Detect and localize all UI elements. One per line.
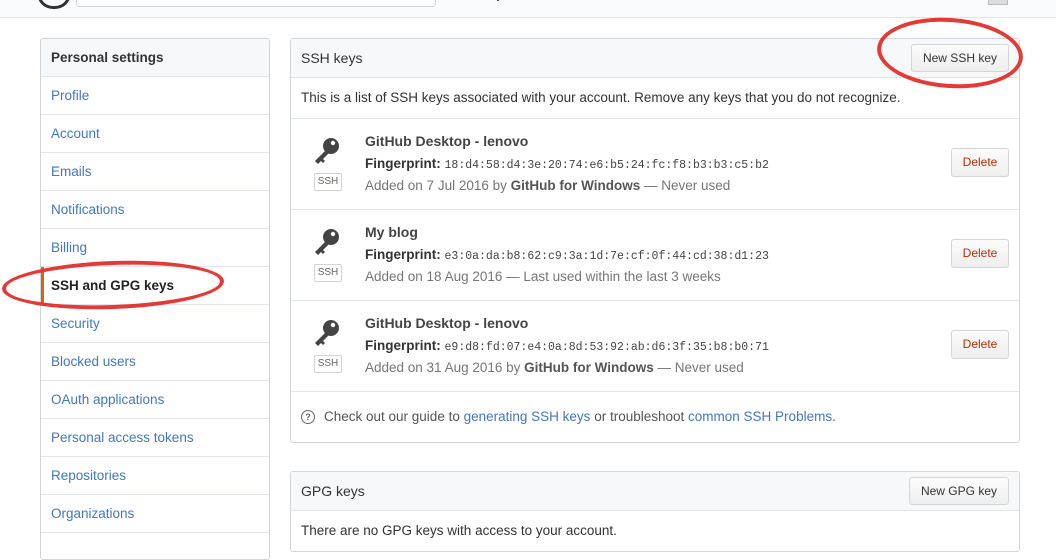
ssh-keys-header: SSH keys New SSH key <box>291 39 1019 78</box>
fingerprint-label: Fingerprint: <box>365 156 441 171</box>
common-ssh-problems-link[interactable]: common SSH Problems <box>688 392 832 442</box>
key-icon <box>315 138 339 164</box>
ssh-badge: SSH <box>314 173 342 191</box>
ssh-badge: SSH <box>314 264 342 282</box>
ssh-key-row: SSH My blog Fingerprint: e3:0a:da:b8:62:… <box>291 210 1019 301</box>
sidebar-item-security[interactable]: Security <box>41 305 269 343</box>
added-by: GitHub for Windows <box>524 360 654 375</box>
github-logo-icon[interactable] <box>37 0 71 9</box>
gpg-empty-text: There are no GPG keys with access to you… <box>301 523 617 538</box>
sidebar-heading: Personal settings <box>41 39 269 77</box>
added-prefix: Added on 31 Aug 2016 by <box>365 360 525 375</box>
delete-key-button[interactable]: Delete <box>951 330 1009 359</box>
ssh-keys-title: SSH keys <box>301 50 363 66</box>
question-icon: ? <box>301 410 315 424</box>
help-pre: Check out our guide to <box>324 409 460 424</box>
sidebar-item-repositories[interactable]: Repositories <box>41 457 269 495</box>
gpg-keys-title: GPG keys <box>301 483 365 499</box>
ssh-help-text: ? Check out our guide to generating SSH … <box>291 392 1019 442</box>
avatar[interactable] <box>988 0 1008 5</box>
key-icon <box>315 320 339 346</box>
gpg-keys-panel: GPG keys New GPG key There are no GPG ke… <box>290 471 1020 552</box>
new-ssh-key-button[interactable]: New SSH key <box>910 44 1009 72</box>
fingerprint-value: e9:d8:fd:07:e4:0a:8d:53:92:ab:d6:3f:35:b… <box>444 341 769 354</box>
fingerprint-value: e3:0a:da:b8:62:c9:3a:1d:7e:cf:0f:44:cd:3… <box>444 250 769 263</box>
fingerprint-line: Fingerprint: e3:0a:da:b8:62:c9:3a:1d:7e:… <box>365 247 769 263</box>
search-input[interactable] <box>76 0 436 7</box>
delete-key-button[interactable]: Delete <box>951 148 1009 177</box>
sidebar-item-emails[interactable]: Emails <box>41 153 269 191</box>
ssh-badge: SSH <box>314 355 342 373</box>
key-icon <box>315 229 339 255</box>
ssh-key-title: My blog <box>365 224 418 240</box>
fingerprint-label: Fingerprint: <box>365 247 441 262</box>
sidebar-item-organizations[interactable]: Organizations <box>41 495 269 533</box>
help-mid: or troubleshoot <box>594 409 685 424</box>
key-added-info: Added on 18 Aug 2016 — Last used within … <box>365 269 721 284</box>
sidebar-item-personal-access-tokens[interactable]: Personal access tokens <box>41 419 269 457</box>
ssh-key-row: SSH GitHub Desktop - lenovo Fingerprint:… <box>291 119 1019 210</box>
sidebar-item-account[interactable]: Account <box>41 115 269 153</box>
added-suffix: — Never used <box>653 360 744 375</box>
fingerprint-line: Fingerprint: e9:d8:fd:07:e4:0a:8d:53:92:… <box>365 338 769 354</box>
ssh-keys-intro: This is a list of SSH keys associated wi… <box>291 78 1019 119</box>
help-post: . <box>832 409 836 424</box>
added-prefix: Added on 18 Aug 2016 — Last used within … <box>365 269 721 284</box>
new-gpg-key-button[interactable]: New GPG key <box>908 477 1009 505</box>
fingerprint-value: 18:d4:58:d4:3e:20:74:e6:b5:24:fc:f8:b3:b… <box>444 159 769 172</box>
ssh-key-title: GitHub Desktop - lenovo <box>365 315 529 331</box>
ssh-keys-panel: SSH keys New SSH key This is a list of S… <box>290 38 1020 443</box>
key-added-info: Added on 31 Aug 2016 by GitHub for Windo… <box>365 360 744 375</box>
sidebar-item-profile[interactable]: Profile <box>41 77 269 115</box>
added-prefix: Added on 7 Jul 2016 by <box>365 178 511 193</box>
gpg-keys-header: GPG keys New GPG key <box>291 472 1019 511</box>
sidebar-item-notifications[interactable]: Notifications <box>41 191 269 229</box>
delete-key-button[interactable]: Delete <box>951 239 1009 268</box>
sidebar-item-blocked-users[interactable]: Blocked users <box>41 343 269 381</box>
fingerprint-line: Fingerprint: 18:d4:58:d4:3e:20:74:e6:b5:… <box>365 156 769 172</box>
top-header <box>0 0 1056 18</box>
added-suffix: — Never used <box>640 178 731 193</box>
fingerprint-label: Fingerprint: <box>365 338 441 353</box>
settings-sidebar: Personal settings Profile Account Emails… <box>40 38 270 560</box>
ssh-key-row: SSH GitHub Desktop - lenovo Fingerprint:… <box>291 301 1019 392</box>
header-nav-fragment <box>497 0 499 1</box>
ssh-key-title: GitHub Desktop - lenovo <box>365 133 529 149</box>
sidebar-item-oauth-applications[interactable]: OAuth applications <box>41 381 269 419</box>
sidebar-item-billing[interactable]: Billing <box>41 229 269 267</box>
added-by: GitHub for Windows <box>510 178 641 193</box>
key-added-info: Added on 7 Jul 2016 by GitHub for Window… <box>365 178 730 193</box>
sidebar-item-ssh-gpg-keys[interactable]: SSH and GPG keys <box>41 267 269 305</box>
generating-ssh-keys-link[interactable]: generating SSH keys <box>464 392 591 442</box>
